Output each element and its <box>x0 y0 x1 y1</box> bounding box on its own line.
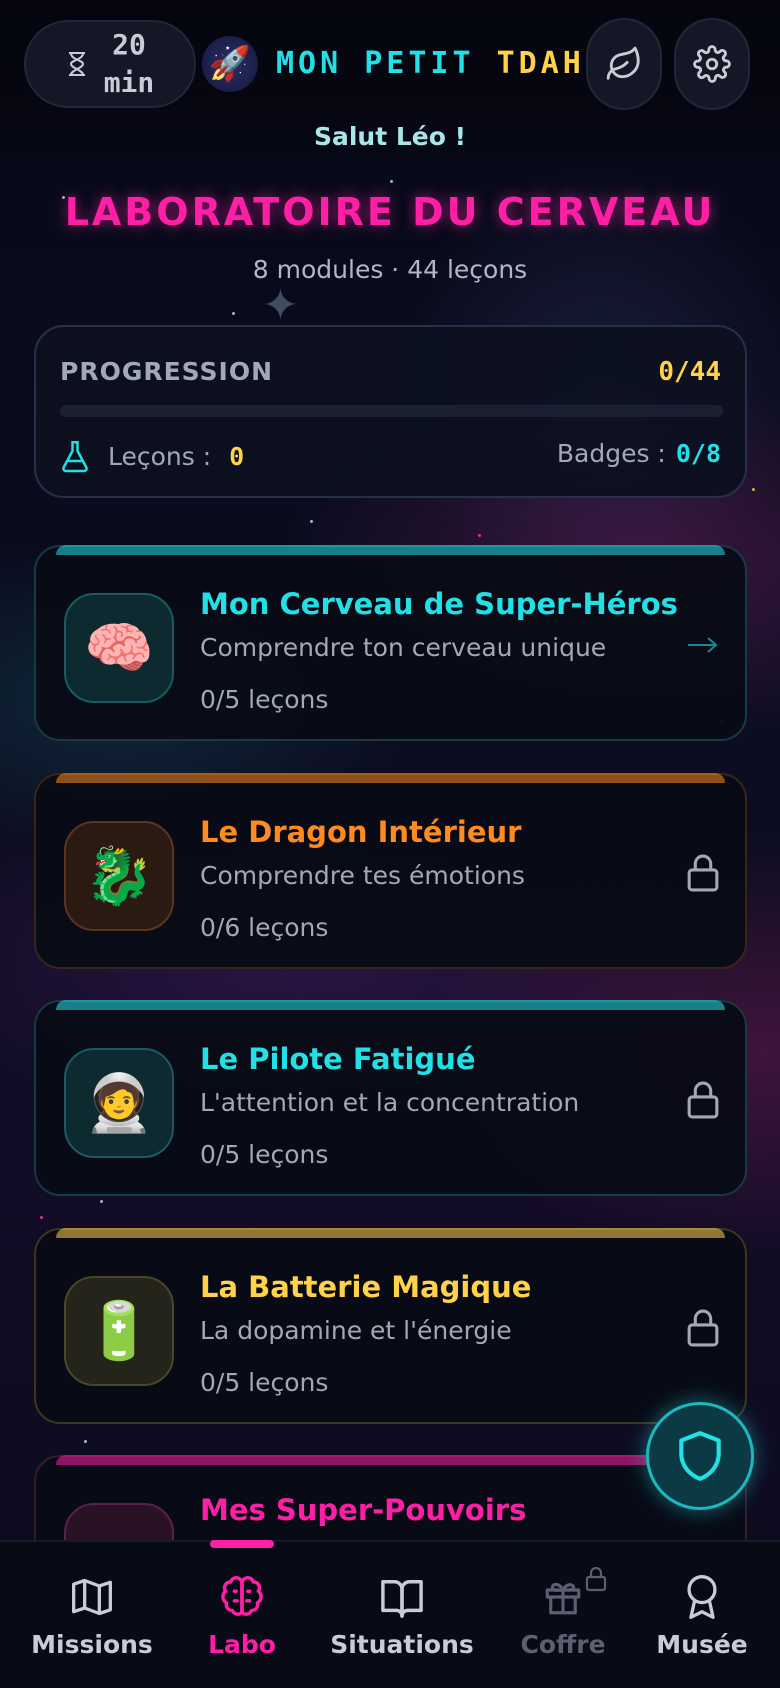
calm-mode-button[interactable] <box>586 18 662 110</box>
badges-stat: Badges : 0/8 <box>557 439 721 468</box>
greeting-text: Salut Léo ! <box>313 122 467 151</box>
module-top-glow <box>56 1000 725 1010</box>
timer-unit: min <box>103 66 155 99</box>
module-title: Le Pilote Fatigué <box>200 1042 476 1076</box>
rocket-emoji: 🚀 <box>208 44 252 84</box>
app-brand: MON PETIT TDAH <box>276 46 585 81</box>
lessons-stat: Leçons : 0 <box>60 439 244 473</box>
progress-card: PROGRESSION 0/44 Leçons : 0 Badges : 0/8 <box>34 325 747 498</box>
nav-label: Coffre <box>520 1630 606 1659</box>
nav-label: Musée <box>656 1630 748 1659</box>
module-title: Mes Super-Pouvoirs <box>200 1493 527 1527</box>
lessons-value: 0 <box>229 441 245 471</box>
brand-part1: MON PETIT <box>276 46 475 81</box>
dragon-module-icon: 🐉 <box>64 821 174 931</box>
lessons-label: Leçons : <box>108 441 212 471</box>
astronaut-module-icon: 🧑‍🚀 <box>64 1048 174 1158</box>
nav-item-coffre[interactable]: Coffre <box>488 1542 638 1688</box>
module-description: L'attention et la concentration <box>200 1088 580 1117</box>
module-description: Comprendre tes émotions <box>200 861 525 890</box>
page-subtitle: 8 modules · 44 leçons <box>252 255 528 284</box>
module-lesson-count: 0/5 leçons <box>200 1140 329 1169</box>
nav-item-labo[interactable]: Labo <box>167 1542 317 1688</box>
module-lesson-count: 0/5 leçons <box>200 685 329 714</box>
brand-part2: TDAH <box>496 46 585 81</box>
session-timer[interactable]: 20 min <box>24 20 196 108</box>
nav-label: Labo <box>208 1630 276 1659</box>
brain-module-icon: 🧠 <box>64 593 174 703</box>
module-description: La dopamine et l'énergie <box>200 1316 512 1345</box>
rocket-logo-icon: 🚀 <box>202 36 258 92</box>
module-card-pilote[interactable]: 🧑‍🚀 Le Pilote Fatigué L'attention et la … <box>34 1000 747 1196</box>
timer-value: 20 <box>112 28 146 61</box>
nav-item-musee[interactable]: Musée <box>627 1542 777 1688</box>
flask-icon <box>62 441 88 473</box>
progress-bar <box>60 405 723 417</box>
badges-value: 0/8 <box>675 439 721 468</box>
module-lesson-count: 0/6 leçons <box>200 913 329 942</box>
map-icon <box>69 1574 115 1620</box>
nav-label: Missions <box>31 1630 153 1659</box>
hourglass-icon <box>68 52 85 76</box>
nav-item-situations[interactable]: Situations <box>327 1542 477 1688</box>
module-card-cerveau[interactable]: 🧠 Mon Cerveau de Super-Héros Comprendre … <box>34 545 747 741</box>
module-top-glow <box>56 1455 725 1465</box>
safety-shield-button[interactable] <box>646 1402 754 1510</box>
small-lock-icon <box>585 1566 607 1592</box>
book-icon <box>379 1574 425 1620</box>
brain-icon <box>219 1574 265 1620</box>
lock-icon <box>681 1306 725 1350</box>
module-description: Comprendre ton cerveau unique <box>200 633 607 662</box>
module-title: Le Dragon Intérieur <box>200 815 522 849</box>
lock-icon <box>681 1078 725 1122</box>
medal-icon <box>679 1574 725 1620</box>
page-title: LABORATOIRE DU CERVEAU <box>64 190 716 234</box>
progress-label: PROGRESSION <box>60 357 274 386</box>
timer-text: 20 min <box>104 26 155 102</box>
module-title: La Batterie Magique <box>200 1270 532 1304</box>
app-header: 20 min 🚀 MON PETIT TDAH Salut Léo ! <box>0 0 780 170</box>
nav-label: Situations <box>330 1630 474 1659</box>
arrow-right-icon <box>681 623 725 667</box>
gift-icon <box>540 1566 607 1620</box>
module-title: Mon Cerveau de Super-Héros <box>200 587 678 621</box>
module-card-batterie[interactable]: 🔋 La Batterie Magique La dopamine et l'é… <box>34 1228 747 1424</box>
bottom-navigation: Missions Labo Situations Coffre Musée <box>0 1540 780 1688</box>
badges-label: Badges : <box>556 439 666 468</box>
module-top-glow <box>56 1228 725 1238</box>
settings-button[interactable] <box>674 18 750 110</box>
module-lesson-count: 0/5 leçons <box>200 1368 329 1397</box>
module-card-dragon[interactable]: 🐉 Le Dragon Intérieur Comprendre tes émo… <box>34 773 747 969</box>
gear-icon <box>693 45 731 83</box>
progress-count: 0/44 <box>658 357 721 387</box>
module-top-glow <box>56 545 725 555</box>
module-top-glow <box>56 773 725 783</box>
shield-icon <box>679 1431 721 1481</box>
leaf-icon <box>606 46 640 80</box>
lock-icon <box>681 851 725 895</box>
battery-module-icon: 🔋 <box>64 1276 174 1386</box>
nav-item-missions[interactable]: Missions <box>17 1542 167 1688</box>
